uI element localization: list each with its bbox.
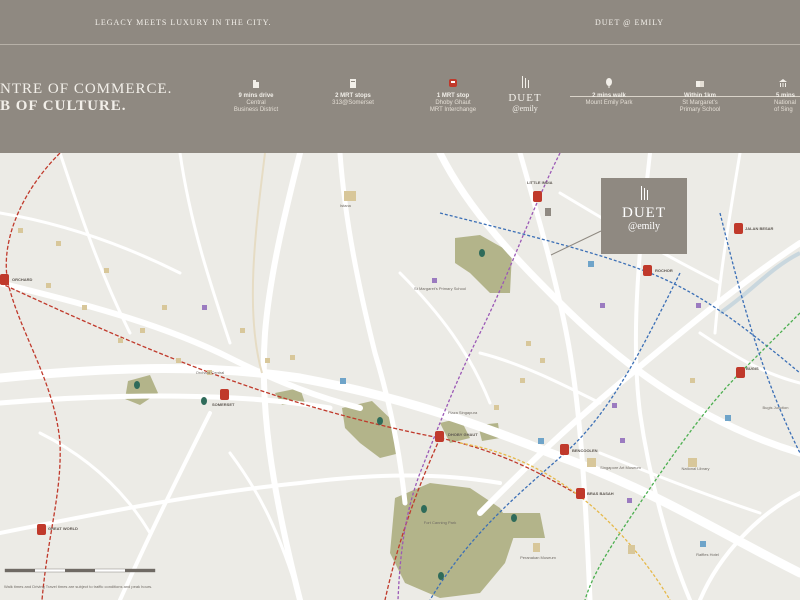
headline-line1: NTRE OF COMMERCE.	[0, 81, 173, 97]
tagline: LEGACY MEETS LUXURY IN THE CITY.	[95, 18, 272, 27]
place-st-margarets[interactable]: St Margaret's Primary School	[410, 286, 470, 291]
feature-dhoby-sub1: Dhoby Ghaut	[435, 100, 471, 106]
station-bencoolen[interactable]: BENCOOLEN	[572, 448, 598, 453]
station-rochor[interactable]: ROCHOR	[655, 268, 673, 273]
feature-cbd: 9 mins drive Central Business District	[211, 78, 301, 114]
train-icon	[449, 79, 457, 87]
station-jalan-besar[interactable]: JALAN BESAR	[745, 226, 773, 231]
feature-cbd-sub2: Business District	[233, 107, 279, 113]
place-istana[interactable]: Istana	[340, 203, 351, 208]
station-bugis[interactable]: BUGIS	[746, 366, 759, 371]
feature-park-sub1: Mount Emily Park	[585, 100, 633, 106]
building-icon	[253, 80, 259, 88]
feature-school-sub1: St Margaret's	[682, 100, 718, 106]
feature-somerset-title: 2 MRT stops	[335, 93, 371, 99]
building-icon	[350, 79, 356, 88]
features-band: NTRE OF COMMERCE. B OF CULTURE. 9 mins d…	[0, 45, 800, 153]
place-national-library[interactable]: National Library	[678, 466, 713, 471]
feature-cbd-title: 9 mins drive	[238, 93, 274, 99]
place-plaza-singapura[interactable]: Plaza Singapura	[445, 410, 480, 415]
callout-main: DUET	[622, 205, 666, 221]
feature-dhoby-title: 1 MRT stop	[436, 93, 470, 99]
feature-museum: 5 mins National of Sing	[748, 78, 800, 114]
feature-school-title: Within 1km	[684, 93, 716, 99]
station-little-india[interactable]: LITTLE INDIA	[527, 180, 553, 185]
brand-name: DUET @ EMILY	[595, 18, 665, 27]
feature-dhoby: 1 MRT stop Dhoby Ghaut MRT Interchange	[408, 78, 498, 114]
map-disclaimer: Walk times and Driving Travel times are …	[4, 584, 153, 589]
pin-icon	[606, 78, 612, 88]
feature-park-title: 2 mins walk	[592, 93, 626, 99]
feature-museum-sub2: of Sing	[774, 107, 793, 113]
place-fort-canning[interactable]: Fort Canning Park	[420, 520, 460, 525]
station-great-world[interactable]: GREAT WORLD	[48, 526, 78, 531]
scale-bar	[4, 568, 156, 573]
callout-sub: @emily	[628, 221, 660, 232]
station-somerset[interactable]: SOMERSET	[212, 402, 234, 407]
feature-cbd-sub1: Central	[246, 100, 266, 106]
top-bar: LEGACY MEETS LUXURY IN THE CITY. DUET @ …	[0, 0, 800, 44]
feature-somerset: 2 MRT stops 313@Somerset	[308, 78, 398, 107]
feature-museum-sub1: National	[774, 100, 797, 106]
feature-museum-title: 5 mins	[776, 93, 796, 99]
place-raffles-hotel[interactable]: Raffles Hotel	[690, 552, 725, 557]
place-orchard-central[interactable]: Orchard Central	[190, 370, 230, 375]
museum-icon	[779, 79, 787, 87]
feature-somerset-sub1: 313@Somerset	[332, 100, 374, 106]
feature-dhoby-sub2: MRT Interchange	[429, 107, 477, 113]
logo-bars-icon	[641, 186, 648, 200]
place-peranakan-museum[interactable]: Peranakan Museum	[518, 555, 558, 560]
logo-bars-icon	[522, 76, 529, 88]
project-callout[interactable]: DUET @emily	[601, 178, 687, 254]
station-dhoby-ghaut[interactable]: DHOBY GHAUT	[448, 432, 478, 437]
band-logo: DUET @emily	[505, 75, 545, 113]
station-orchard[interactable]: ORCHARD	[12, 277, 32, 282]
book-icon	[696, 81, 704, 87]
band-logo-sub: @emily	[512, 104, 538, 113]
place-bugis-junction[interactable]: Bugis Junction	[758, 405, 793, 410]
feature-school-sub2: Primary School	[679, 107, 721, 113]
band-logo-main: DUET	[508, 92, 542, 104]
feature-park: 2 mins walk Mount Emily Park	[564, 78, 654, 107]
headline-line2: B OF CULTURE.	[0, 98, 127, 114]
feature-school: Within 1km St Margaret's Primary School	[655, 78, 745, 114]
place-art-museum[interactable]: Singapore Art Museum	[598, 465, 643, 470]
station-bras-basah[interactable]: BRAS BASAH	[587, 491, 614, 496]
